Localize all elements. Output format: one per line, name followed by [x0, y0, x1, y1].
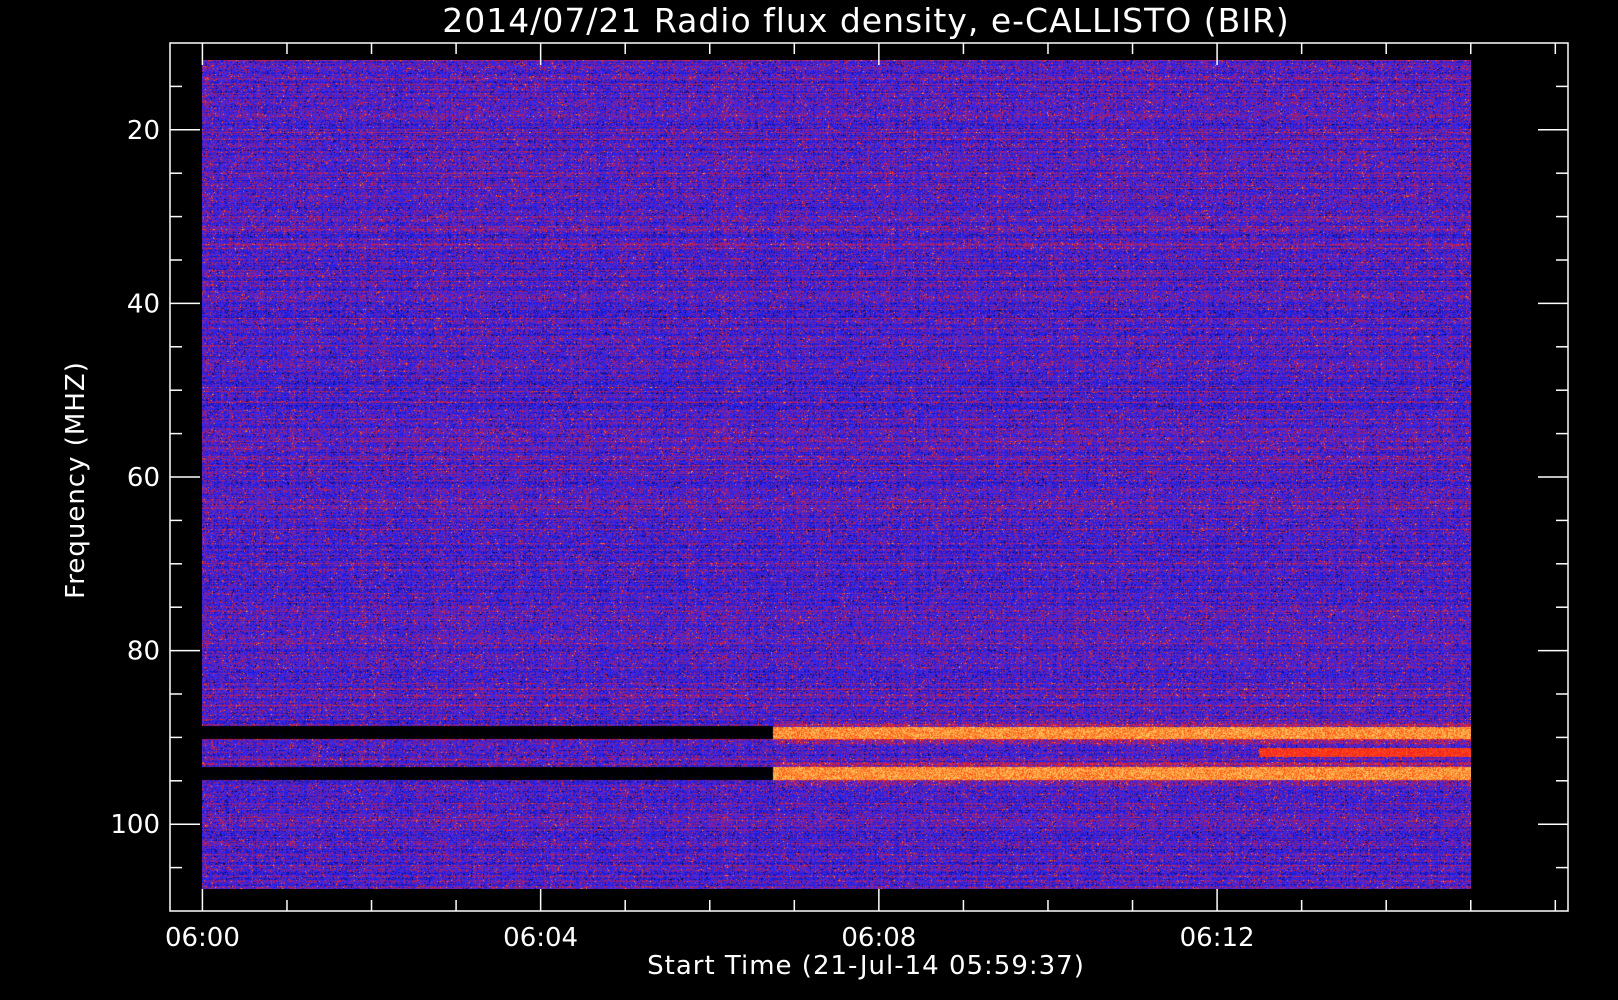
y-tick-label: 20: [127, 116, 160, 146]
plot-area: [202, 60, 1471, 889]
y-axis-label: Frequency (MHZ): [61, 361, 91, 599]
x-tick-label: 06:12: [1180, 923, 1255, 953]
spectrogram-image-container: [202, 60, 1471, 889]
spectrogram-heatmap: [202, 60, 1471, 889]
x-tick-label: 06:04: [503, 923, 578, 953]
spectrogram-figure: 2014/07/21 Radio flux density, e-CALLIST…: [0, 0, 1618, 1000]
x-tick-label: 06:08: [841, 923, 916, 953]
y-tick-label: 80: [127, 637, 160, 667]
y-tick-label: 60: [127, 463, 160, 493]
y-tick-label: 40: [127, 289, 160, 319]
x-axis-label: Start Time (21-Jul-14 05:59:37): [647, 951, 1085, 981]
x-tick-label: 06:00: [165, 923, 240, 953]
chart-title: 2014/07/21 Radio flux density, e-CALLIST…: [442, 1, 1290, 40]
y-tick-label: 100: [110, 810, 160, 840]
